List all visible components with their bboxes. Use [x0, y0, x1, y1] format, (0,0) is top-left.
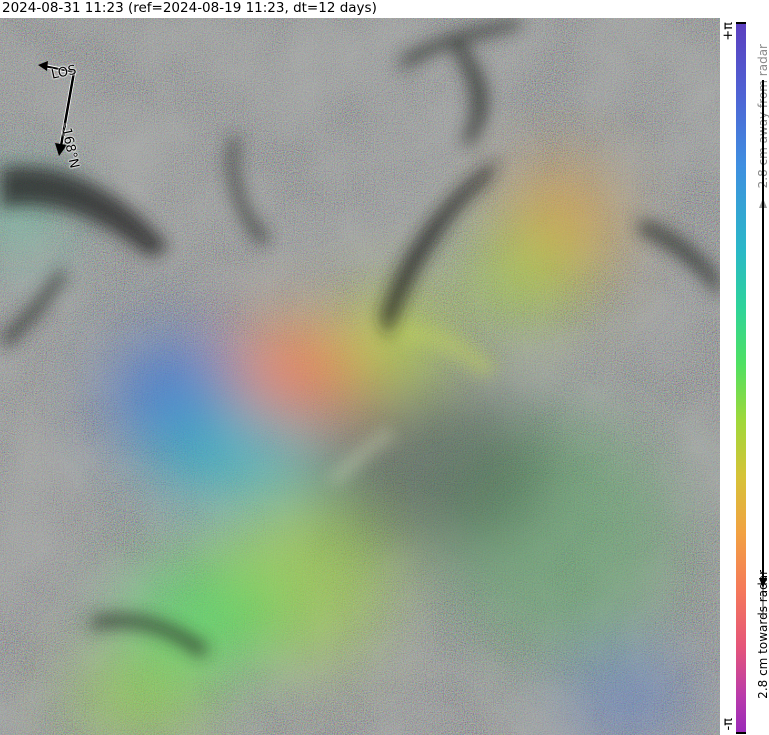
toward-arrow-shaft [762, 80, 764, 578]
towards-radar-label: 2.8 cm towards radar [756, 570, 769, 699]
colorbar-min-label: -π [721, 718, 736, 731]
colorbar-legend: +π -π 2.8 cm away from radar 2.8 cm towa… [720, 18, 769, 735]
arrow-down-icon [759, 578, 767, 588]
colorbar-max-label: +π [721, 22, 736, 41]
interferogram-map[interactable]: LOS -168°N [0, 18, 720, 735]
compass: LOS -168°N [30, 48, 110, 170]
phase-colorbar [736, 22, 746, 734]
image-title: 2024-08-31 11:23 (ref=2024-08-19 11:23, … [2, 0, 377, 16]
